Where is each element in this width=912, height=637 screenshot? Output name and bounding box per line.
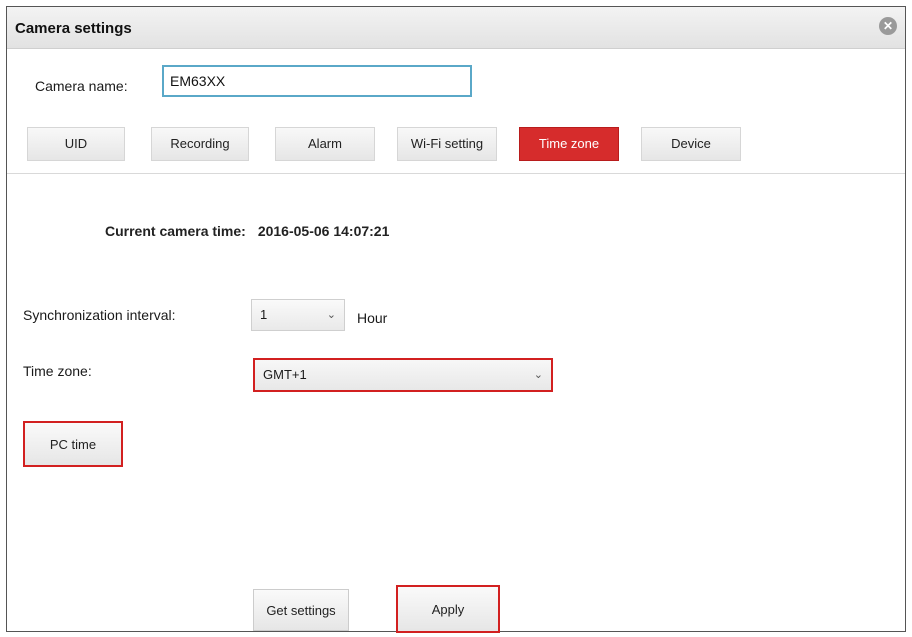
sync-interval-value: 1 [260,307,268,322]
time-zone-value: GMT+1 [263,367,307,382]
sync-interval-unit: Hour [357,310,388,326]
tab-alarm[interactable]: Alarm [275,127,375,161]
current-time-label: Current camera time: [105,223,246,239]
tab-wifi-setting[interactable]: Wi-Fi setting [397,127,497,161]
camera-settings-dialog: Camera settings ✕ Camera name: UID Recor… [6,6,906,633]
tab-recording[interactable]: Recording [151,127,249,161]
title-bar: Camera settings ✕ [7,7,905,49]
tab-uid[interactable]: UID [27,127,125,161]
current-time-value: 2016-05-06 14:07:21 [257,223,390,239]
divider [7,173,905,174]
get-settings-button[interactable]: Get settings [253,589,349,631]
time-zone-label: Time zone: [23,363,92,379]
pc-time-button[interactable]: PC time [23,421,123,467]
chevron-down-icon: ⌄ [533,369,543,381]
sync-interval-label: Synchronization interval: [23,307,176,323]
current-camera-time: Current camera time: 2016-05-06 14:07:21 [105,223,389,239]
chevron-down-icon: ⌄ [326,309,336,321]
sync-interval-select[interactable]: 1 ⌄ [251,299,345,331]
dialog-title: Camera settings [15,20,132,37]
camera-name-input[interactable] [162,65,472,97]
tab-time-zone[interactable]: Time zone [519,127,619,161]
tab-device[interactable]: Device [641,127,741,161]
camera-name-label: Camera name: [35,78,128,94]
apply-button[interactable]: Apply [396,585,500,633]
time-zone-select[interactable]: GMT+1 ⌄ [253,358,553,392]
close-icon[interactable]: ✕ [879,17,897,35]
